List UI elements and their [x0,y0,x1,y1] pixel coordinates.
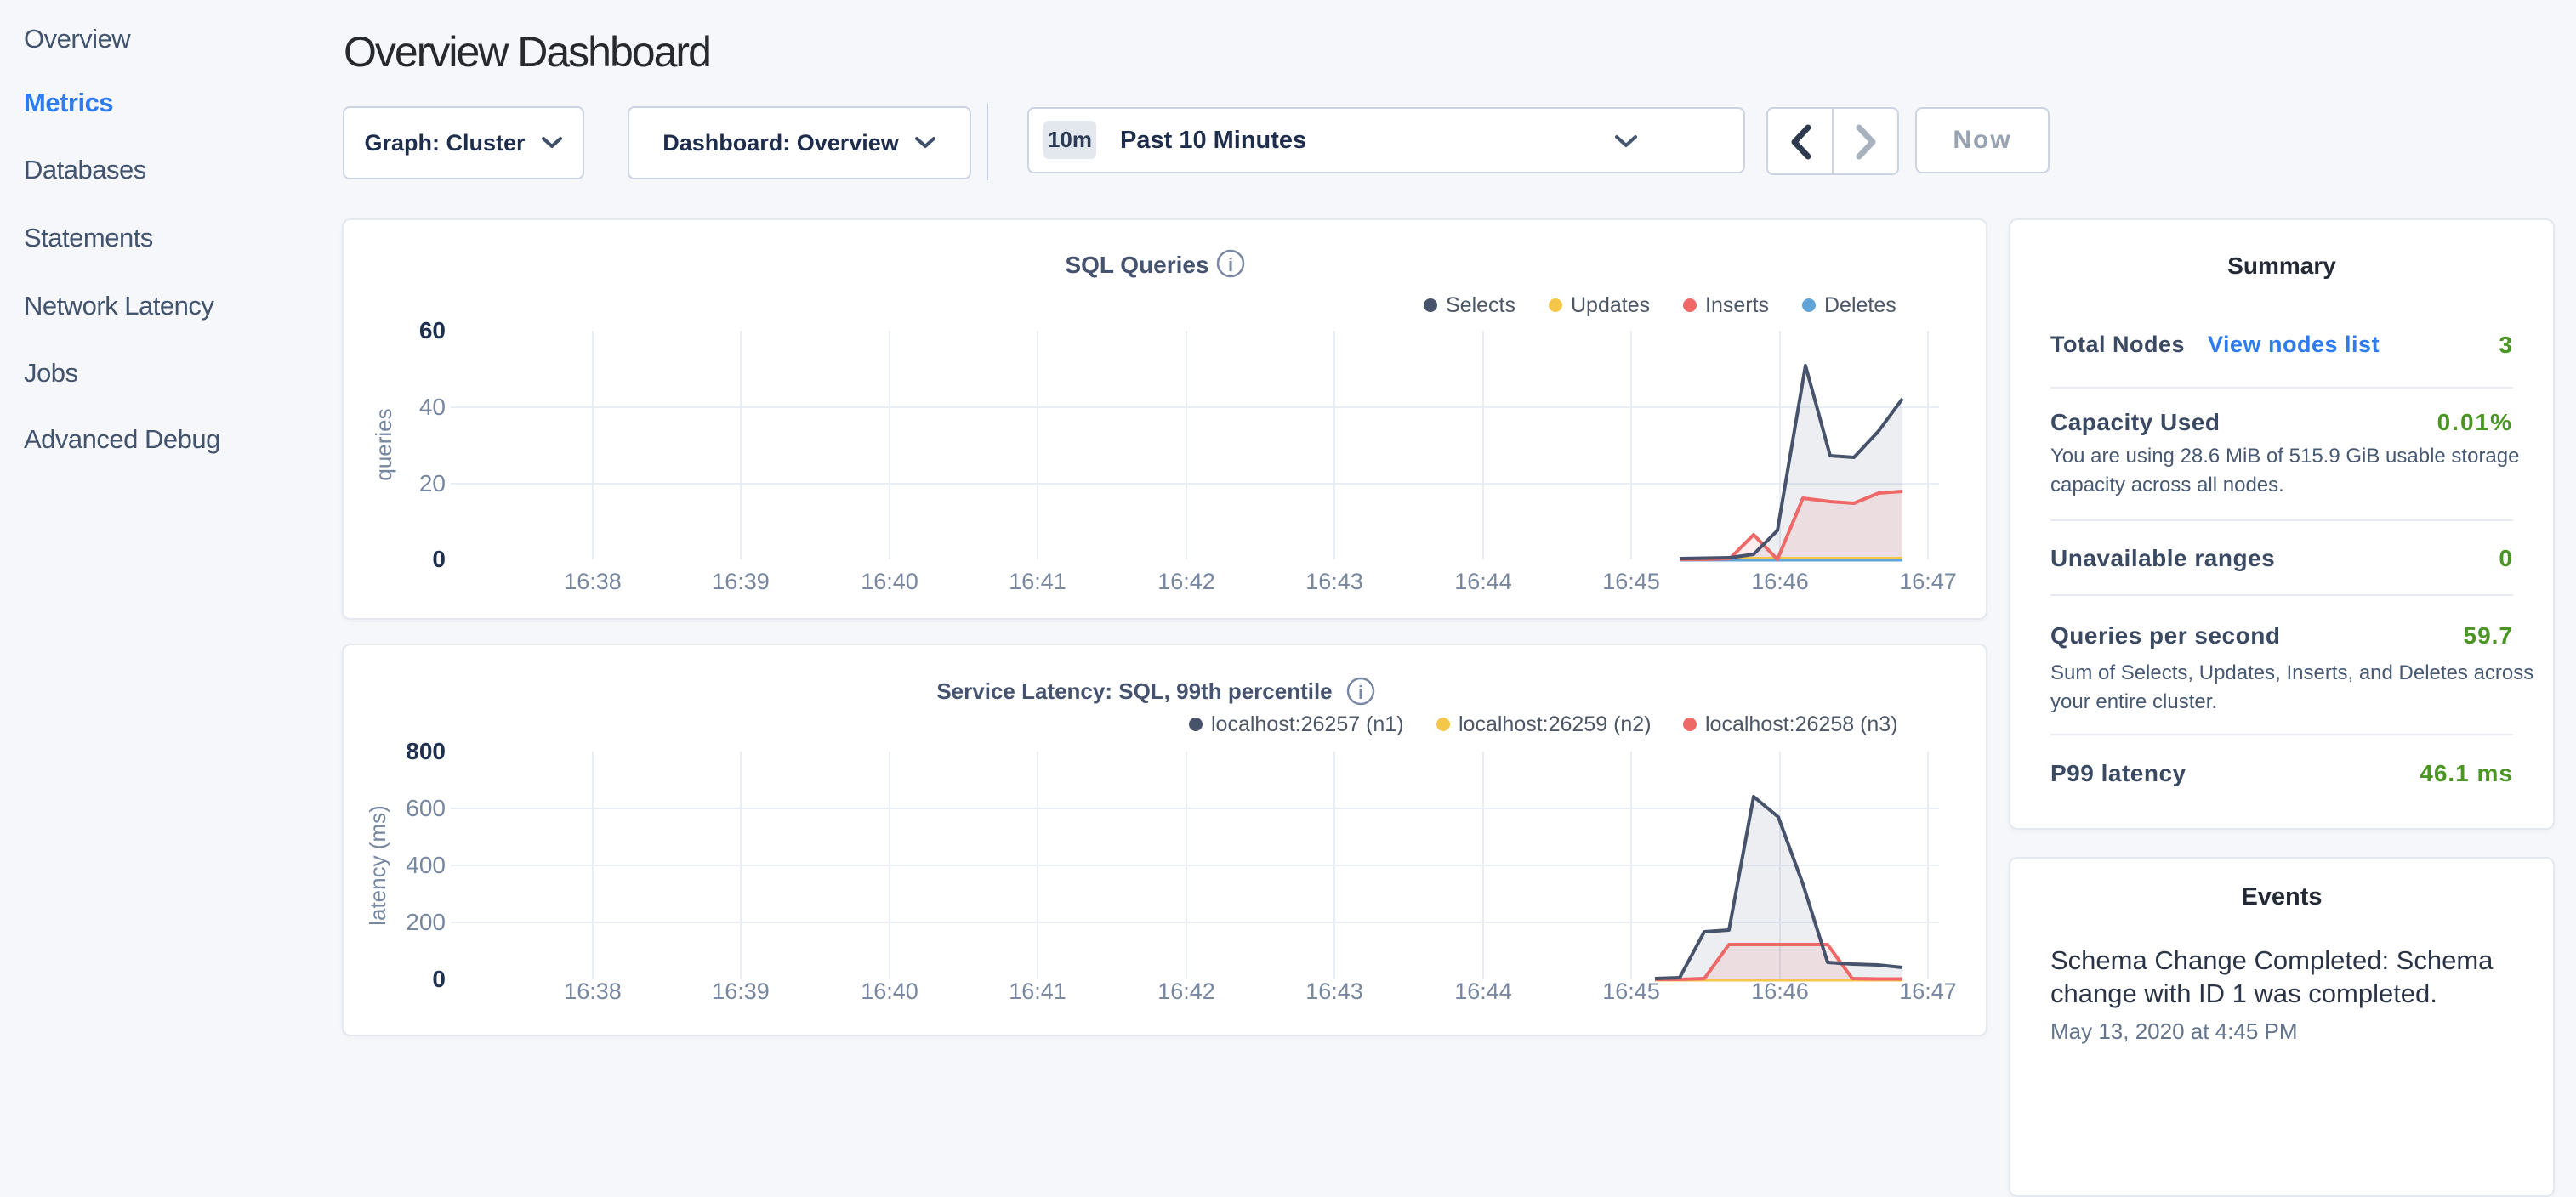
svg-text:16:47: 16:47 [1899,569,1957,594]
svg-text:Updates: Updates [1571,293,1650,317]
svg-text:16:43: 16:43 [1305,979,1363,1004]
svg-text:16:44: 16:44 [1454,979,1512,1004]
svg-text:16:43: 16:43 [1305,569,1363,594]
svg-text:latency (ms): latency (ms) [365,805,390,926]
svg-text:600: 600 [406,795,446,821]
svg-text:16:45: 16:45 [1602,979,1660,1004]
svg-text:16:44: 16:44 [1454,569,1512,594]
svg-text:Inserts: Inserts [1705,293,1769,317]
svg-text:16:40: 16:40 [861,569,918,594]
svg-text:16:46: 16:46 [1751,979,1809,1004]
svg-text:16:45: 16:45 [1602,569,1660,594]
svg-text:400: 400 [406,852,446,878]
svg-text:200: 200 [406,909,446,935]
svg-text:16:38: 16:38 [564,979,622,1004]
svg-text:16:47: 16:47 [1899,979,1957,1004]
svg-text:16:41: 16:41 [1009,569,1066,594]
svg-text:16:42: 16:42 [1157,569,1215,594]
svg-text:Deletes: Deletes [1824,293,1896,317]
svg-text:i: i [1358,682,1363,703]
svg-text:16:39: 16:39 [712,979,770,1004]
svg-text:20: 20 [419,470,446,496]
svg-text:0: 0 [432,546,446,572]
svg-text:queries: queries [371,408,396,480]
svg-text:40: 40 [419,394,446,420]
svg-text:16:41: 16:41 [1009,979,1066,1004]
svg-text:60: 60 [419,317,446,343]
svg-text:localhost:26257 (n1): localhost:26257 (n1) [1211,712,1404,736]
svg-text:localhost:26258 (n3): localhost:26258 (n3) [1705,712,1898,736]
svg-text:Service Latency: SQL, 99th per: Service Latency: SQL, 99th percentile [936,678,1332,704]
svg-text:SQL Queries: SQL Queries [1065,252,1208,278]
svg-text:16:40: 16:40 [861,979,918,1004]
svg-text:16:38: 16:38 [564,569,622,594]
svg-text:16:46: 16:46 [1751,569,1809,594]
svg-text:i: i [1228,254,1233,275]
svg-text:16:39: 16:39 [712,569,770,594]
svg-text:Selects: Selects [1446,293,1515,317]
svg-text:800: 800 [406,738,446,764]
svg-text:0: 0 [432,966,446,992]
svg-text:localhost:26259 (n2): localhost:26259 (n2) [1459,712,1652,736]
svg-text:16:42: 16:42 [1157,979,1215,1004]
